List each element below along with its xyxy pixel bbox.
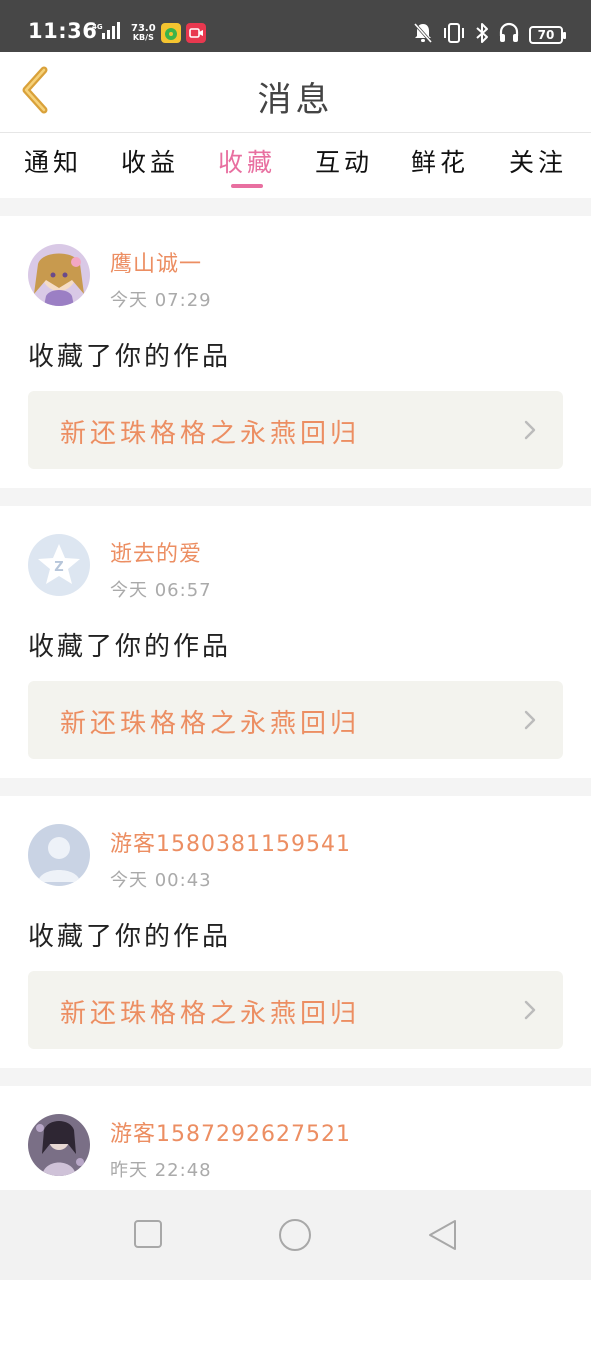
status-bar: 11:36 4G 73.0 KB/S 70 xyxy=(0,0,591,52)
message-card: 游客1580381159541 今天 00:43 收藏了你的作品 新还珠格格之永… xyxy=(0,796,591,1068)
music-app-icon xyxy=(160,23,181,43)
recent-apps-icon[interactable] xyxy=(133,1218,163,1254)
timestamp: 今天 06:57 xyxy=(110,580,212,601)
tab-following[interactable]: 关注 xyxy=(509,143,567,179)
username[interactable]: 逝去的爱 xyxy=(110,536,202,568)
network-speed: 73.0 KB/S xyxy=(131,23,156,43)
vibrate-icon xyxy=(442,23,466,47)
battery-icon: 70 xyxy=(529,26,566,44)
status-time: 11:36 xyxy=(28,19,98,43)
page-title: 消息 xyxy=(257,80,334,120)
username[interactable]: 游客1580381159541 xyxy=(110,826,351,858)
action-text: 收藏了你的作品 xyxy=(28,922,232,952)
tab-bar: 通知 收益 收藏 互动 鲜花 关注 xyxy=(0,132,591,198)
chevron-right-icon xyxy=(523,709,537,735)
work-title: 新还珠格格之永燕回归 xyxy=(60,999,361,1029)
avatar[interactable]: Z xyxy=(28,534,90,596)
headphones-icon xyxy=(498,22,520,48)
work-link[interactable]: 新还珠格格之永燕回归 xyxy=(28,391,563,469)
home-icon[interactable] xyxy=(278,1218,312,1256)
username[interactable]: 游客1587292627521 xyxy=(110,1116,351,1148)
battery-level: 70 xyxy=(537,28,555,42)
timestamp: 今天 07:29 xyxy=(110,290,212,311)
chevron-right-icon xyxy=(523,999,537,1025)
tab-flowers[interactable]: 鲜花 xyxy=(411,143,469,179)
status-right-icons: 70 xyxy=(413,22,566,48)
chevron-right-icon xyxy=(523,419,537,445)
work-title: 新还珠格格之永燕回归 xyxy=(60,709,361,739)
work-link[interactable]: 新还珠格格之永燕回归 xyxy=(28,681,563,759)
network-speed-value: 73.0 xyxy=(131,23,156,34)
system-nav-bar xyxy=(0,1190,591,1280)
work-title: 新还珠格格之永燕回归 xyxy=(60,419,361,449)
network-speed-unit: KB/S xyxy=(132,33,154,42)
mute-icon xyxy=(413,22,433,48)
work-link[interactable]: 新还珠格格之永燕回归 xyxy=(28,971,563,1049)
message-card: Z 逝去的爱 今天 06:57 收藏了你的作品 新还珠格格之永燕回归 xyxy=(0,506,591,778)
avatar[interactable] xyxy=(28,244,90,306)
tab-notifications[interactable]: 通知 xyxy=(24,143,82,179)
status-left-icons: 4G 73.0 KB/S xyxy=(92,22,206,44)
svg-text:Z: Z xyxy=(54,560,63,575)
network-type: 4G xyxy=(92,23,103,31)
tab-favorites[interactable]: 收藏 xyxy=(218,143,276,179)
back-icon[interactable] xyxy=(427,1218,459,1256)
action-text: 收藏了你的作品 xyxy=(28,342,232,372)
username[interactable]: 鹰山诚一 xyxy=(110,246,202,278)
app-header: 消息 xyxy=(0,52,591,132)
action-text: 收藏了你的作品 xyxy=(28,632,232,662)
avatar[interactable] xyxy=(28,824,90,886)
signal-icon: 4G xyxy=(92,22,122,44)
message-card: 鹰山诚一 今天 07:29 收藏了你的作品 新还珠格格之永燕回归 xyxy=(0,216,591,488)
timestamp: 昨天 22:48 xyxy=(110,1160,212,1181)
bluetooth-icon xyxy=(475,22,489,48)
tab-earnings[interactable]: 收益 xyxy=(121,143,179,179)
recorder-app-icon xyxy=(185,23,206,43)
active-tab-indicator xyxy=(231,184,263,188)
avatar[interactable] xyxy=(28,1114,90,1176)
tab-interactions[interactable]: 互动 xyxy=(315,143,373,179)
timestamp: 今天 00:43 xyxy=(110,870,212,891)
